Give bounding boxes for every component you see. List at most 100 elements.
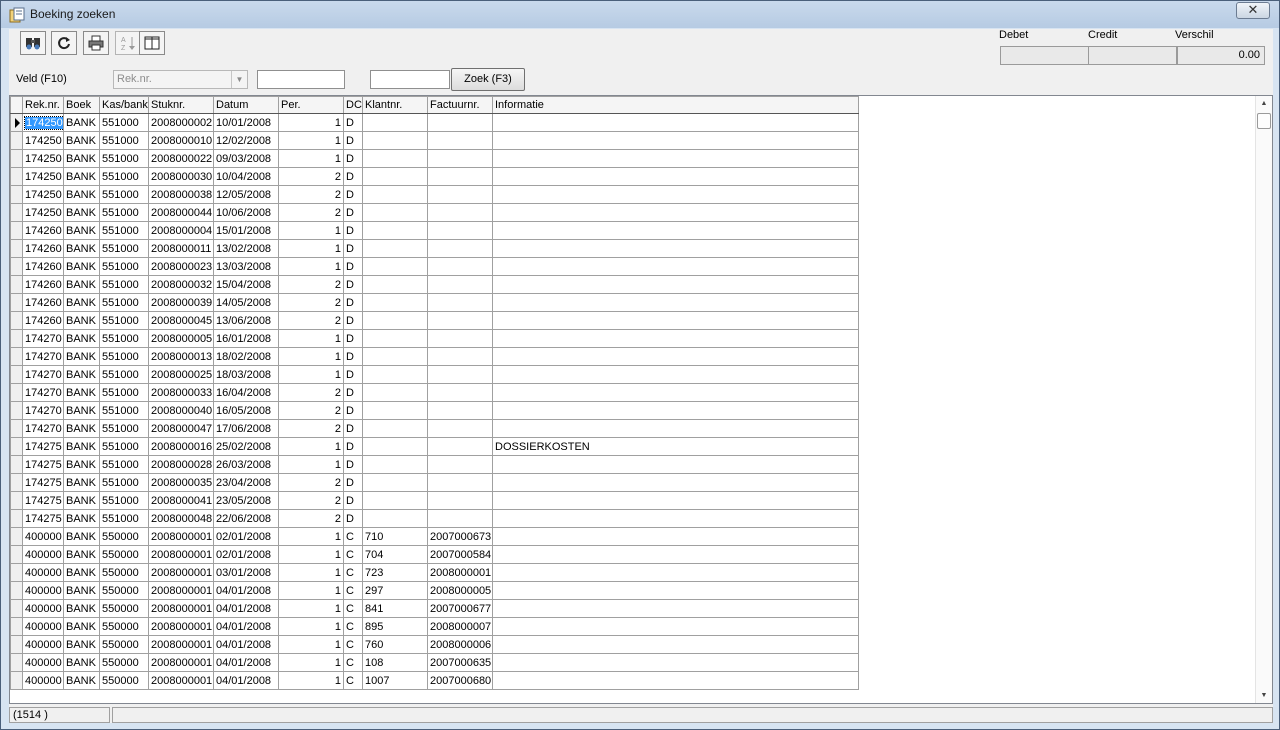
table-cell[interactable] xyxy=(427,401,493,420)
table-cell[interactable]: 400000 xyxy=(22,545,64,564)
table-cell[interactable]: 2008000004 xyxy=(148,221,214,240)
row-indicator[interactable] xyxy=(10,599,23,618)
table-cell[interactable] xyxy=(427,239,493,258)
column-header[interactable]: Informatie xyxy=(492,96,859,114)
table-cell[interactable]: 174250 xyxy=(22,149,64,168)
table-cell[interactable] xyxy=(492,563,859,582)
table-cell[interactable]: 2 xyxy=(278,509,344,528)
table-cell[interactable]: 2 xyxy=(278,167,344,186)
table-cell[interactable]: 2008000001 xyxy=(148,563,214,582)
table-cell[interactable]: 551000 xyxy=(99,365,149,384)
table-cell[interactable]: 174250 xyxy=(22,203,64,222)
table-cell[interactable]: 2 xyxy=(278,185,344,204)
table-cell[interactable]: 18/02/2008 xyxy=(213,347,279,366)
table-row[interactable]: 400000 BANK 550000 2008000001 04/01/2008 1 C 10… xyxy=(10,671,859,690)
table-cell[interactable]: 17/06/2008 xyxy=(213,419,279,438)
table-cell[interactable]: 2007000635 xyxy=(427,653,493,672)
table-cell[interactable]: BANK xyxy=(63,437,100,456)
table-cell[interactable]: BANK xyxy=(63,311,100,330)
column-header[interactable]: Kas/bank xyxy=(99,96,149,114)
table-cell[interactable]: BANK xyxy=(63,275,100,294)
table-cell[interactable]: BANK xyxy=(63,221,100,240)
table-cell[interactable] xyxy=(362,491,428,510)
row-indicator[interactable] xyxy=(10,563,23,582)
row-indicator[interactable] xyxy=(10,293,23,312)
table-cell[interactable] xyxy=(492,599,859,618)
table-cell[interactable]: 551000 xyxy=(99,167,149,186)
table-cell[interactable]: 1 xyxy=(278,599,344,618)
column-header[interactable]: DC xyxy=(343,96,363,114)
table-row[interactable]: 400000 BANK 550000 2008000001 02/01/2008 1 C 70… xyxy=(10,545,859,564)
table-cell[interactable]: 23/05/2008 xyxy=(213,491,279,510)
table-cell[interactable]: 04/01/2008 xyxy=(213,599,279,618)
table-cell[interactable]: BANK xyxy=(63,527,100,546)
table-cell[interactable] xyxy=(427,437,493,456)
table-cell[interactable]: BANK xyxy=(63,203,100,222)
table-cell[interactable]: 15/01/2008 xyxy=(213,221,279,240)
table-cell[interactable]: BANK xyxy=(63,365,100,384)
table-row[interactable]: 174275 BANK 551000 2008000041 23/05/2008 2 D xyxy=(10,491,859,510)
row-indicator[interactable] xyxy=(10,473,23,492)
table-cell[interactable] xyxy=(427,347,493,366)
table-cell[interactable]: BANK xyxy=(63,347,100,366)
table-cell[interactable]: 2008000032 xyxy=(148,275,214,294)
table-cell[interactable]: 2007000673 xyxy=(427,527,493,546)
table-row[interactable]: 174270 BANK 551000 2008000040 16/05/2008 2 D xyxy=(10,401,859,420)
table-cell[interactable]: C xyxy=(343,617,363,636)
table-cell[interactable]: 174275 xyxy=(22,455,64,474)
table-cell[interactable]: 1 xyxy=(278,455,344,474)
table-cell[interactable]: 551000 xyxy=(99,473,149,492)
table-row[interactable]: 174260 BANK 551000 2008000023 13/03/2008 1 D xyxy=(10,257,859,276)
table-cell[interactable]: C xyxy=(343,581,363,600)
table-cell[interactable]: D xyxy=(343,437,363,456)
table-cell[interactable]: 1 xyxy=(278,527,344,546)
table-cell[interactable]: 551000 xyxy=(99,437,149,456)
table-cell[interactable] xyxy=(492,347,859,366)
table-cell[interactable]: 02/01/2008 xyxy=(213,527,279,546)
table-cell[interactable]: 18/03/2008 xyxy=(213,365,279,384)
table-cell[interactable]: 2008000005 xyxy=(427,581,493,600)
column-header[interactable]: Klantnr. xyxy=(362,96,428,114)
table-row[interactable]: 174250 BANK 551000 2008000038 12/05/2008 2 D xyxy=(10,185,859,204)
table-cell[interactable]: D xyxy=(343,185,363,204)
table-cell[interactable] xyxy=(492,257,859,276)
table-cell[interactable]: 2008000001 xyxy=(148,527,214,546)
table-cell[interactable]: 550000 xyxy=(99,635,149,654)
table-row[interactable]: 174260 BANK 551000 2008000039 14/05/2008 2 D xyxy=(10,293,859,312)
table-cell[interactable]: D xyxy=(343,347,363,366)
table-cell[interactable]: 2008000013 xyxy=(148,347,214,366)
table-cell[interactable] xyxy=(492,221,859,240)
table-cell[interactable]: 1 xyxy=(278,347,344,366)
table-row[interactable]: 174250 BANK 551000 2008000044 10/06/2008 2 D xyxy=(10,203,859,222)
table-cell[interactable]: 551000 xyxy=(99,185,149,204)
table-cell[interactable]: BANK xyxy=(63,599,100,618)
table-cell[interactable]: BANK xyxy=(63,185,100,204)
table-cell[interactable]: 174270 xyxy=(22,383,64,402)
table-cell[interactable]: C xyxy=(343,635,363,654)
table-cell[interactable] xyxy=(492,509,859,528)
table-cell[interactable] xyxy=(362,149,428,168)
search-value-input-2[interactable] xyxy=(370,70,450,89)
table-cell[interactable]: 174275 xyxy=(22,509,64,528)
table-cell[interactable]: 16/04/2008 xyxy=(213,383,279,402)
table-cell[interactable] xyxy=(427,167,493,186)
table-cell[interactable]: BANK xyxy=(63,491,100,510)
table-cell[interactable]: 174250 xyxy=(22,167,64,186)
table-cell[interactable]: 551000 xyxy=(99,509,149,528)
table-row[interactable]: 174275 BANK 551000 2008000035 23/04/2008 2 D xyxy=(10,473,859,492)
table-cell[interactable]: 723 xyxy=(362,563,428,582)
table-cell[interactable]: BANK xyxy=(63,563,100,582)
table-cell[interactable]: 551000 xyxy=(99,203,149,222)
table-cell[interactable]: 2 xyxy=(278,311,344,330)
table-cell[interactable] xyxy=(362,509,428,528)
table-row[interactable]: 174275 BANK 551000 2008000048 22/06/2008 2 D xyxy=(10,509,859,528)
table-cell[interactable]: 04/01/2008 xyxy=(213,617,279,636)
table-row[interactable]: 400000 BANK 550000 2008000001 04/01/2008 1 C 29… xyxy=(10,581,859,600)
table-cell[interactable] xyxy=(492,203,859,222)
table-cell[interactable] xyxy=(427,113,493,132)
table-cell[interactable]: 1 xyxy=(278,257,344,276)
row-indicator[interactable] xyxy=(10,491,23,510)
table-cell[interactable] xyxy=(362,311,428,330)
table-cell[interactable]: 841 xyxy=(362,599,428,618)
table-cell[interactable]: 174250 xyxy=(22,131,64,150)
